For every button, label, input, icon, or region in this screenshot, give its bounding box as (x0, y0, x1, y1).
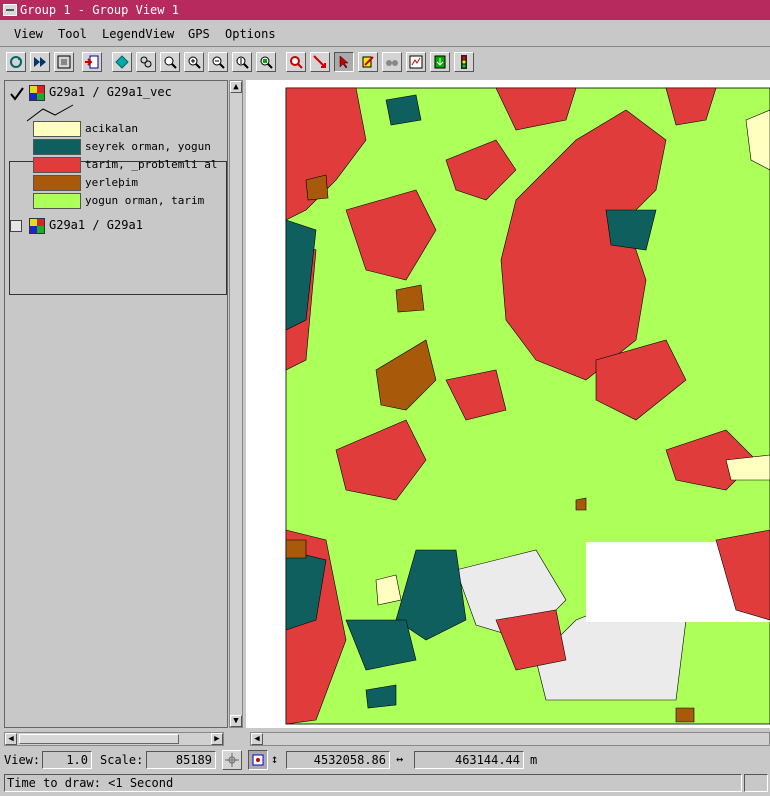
legend-swatch-yogun (33, 193, 81, 209)
vertical-arrow-icon: ↕ (271, 752, 279, 766)
title-bar: Group 1 - Group View 1 (0, 0, 770, 20)
legend-scroll-thumb[interactable] (19, 734, 179, 744)
line-style-sample (26, 104, 74, 122)
layer-1-checkbox[interactable] (10, 87, 24, 101)
status-row: View: 1.0 Scale: 85189 ↕ 4532058.86 ↔ 46… (0, 750, 770, 772)
zoom-box-icon[interactable] (256, 52, 276, 72)
draw-time-message: Time to draw: <1 Second (4, 774, 742, 792)
map-horizontal-scrollbar[interactable]: ◀ (250, 732, 770, 746)
zoom-level-icon[interactable] (136, 52, 156, 72)
zoom-1x-icon[interactable] (232, 52, 252, 72)
traffic-light-icon[interactable] (454, 52, 474, 72)
scale-field[interactable]: 85189 (146, 751, 216, 769)
scroll-right-arrow-icon[interactable]: ▶ (211, 733, 223, 745)
scale-label: Scale: (100, 753, 144, 767)
legend-swatch-seyrek (33, 139, 81, 155)
view-zoom-field[interactable]: 1.0 (42, 751, 92, 769)
menu-bar: View Tool LegendView GPS Options (0, 24, 770, 47)
layer-2-checkbox[interactable] (10, 220, 22, 232)
layer-list-panel: G29a1 / G29a1_vec acikalan seyrek orman,… (4, 80, 228, 728)
menu-tool[interactable]: Tool (58, 27, 87, 41)
toolbar (0, 50, 770, 76)
binoculars-icon[interactable] (382, 52, 402, 72)
legend-label-acikalan: acikalan (85, 122, 138, 135)
fast-redraw-icon[interactable] (30, 52, 50, 72)
legend-swatch-tarim (33, 157, 81, 173)
layer-1-name[interactable]: G29a1 / G29a1_vec (49, 85, 172, 99)
legend-swatch-acikalan (33, 121, 81, 137)
raster-layer-icon (29, 218, 45, 234)
measure-icon[interactable] (310, 52, 330, 72)
layer-2-name[interactable]: G29a1 / G29a1 (49, 218, 143, 232)
scroll-left-arrow-icon[interactable]: ◀ (5, 733, 17, 745)
easting-field[interactable]: 463144.44 (414, 751, 524, 769)
crosshair-icon[interactable] (222, 750, 242, 770)
save-icon[interactable] (430, 52, 450, 72)
zoom-out-icon[interactable] (208, 52, 228, 72)
message-aux-field (744, 774, 768, 792)
edit-icon[interactable] (358, 52, 378, 72)
window-title: Group 1 - Group View 1 (20, 3, 179, 17)
map-scroll-left-arrow-icon[interactable]: ◀ (251, 733, 263, 745)
legend-horizontal-scrollbar[interactable]: ◀ ▶ (4, 732, 224, 746)
legend-vertical-scrollbar[interactable]: ▲ ▼ (229, 80, 243, 728)
vector-layer-icon (29, 85, 45, 101)
position-target-icon[interactable] (248, 750, 268, 770)
fit-icon[interactable] (160, 52, 180, 72)
menu-legendview[interactable]: LegendView (102, 27, 174, 41)
layer-manager-icon[interactable] (112, 52, 132, 72)
unit-label: m (530, 753, 538, 767)
select-arrow-icon[interactable] (334, 52, 354, 72)
legend-label-tarim: tarim, _problemli al (85, 158, 218, 171)
redraw-icon[interactable] (6, 52, 26, 72)
view-label: View: (4, 753, 41, 767)
northing-field[interactable]: 4532058.86 (286, 751, 390, 769)
legend-label-yogun: yogun orman, tarim (85, 194, 205, 207)
add-layer-icon[interactable] (82, 52, 102, 72)
menu-view[interactable]: View (14, 27, 43, 41)
scroll-down-arrow-icon[interactable]: ▼ (230, 715, 242, 727)
window-menu-icon[interactable] (3, 4, 17, 16)
map-view[interactable] (246, 80, 770, 728)
zoom-target-icon[interactable] (286, 52, 306, 72)
legend-label-yerlesim: yerleþim (85, 176, 138, 189)
menu-gps[interactable]: GPS (188, 27, 210, 41)
full-view-icon[interactable] (54, 52, 74, 72)
scroll-up-arrow-icon[interactable]: ▲ (230, 81, 242, 93)
legend-swatch-yerlesim (33, 175, 81, 191)
horizontal-arrow-icon: ↔ (396, 752, 404, 766)
zoom-in-icon[interactable] (184, 52, 204, 72)
land-cover-map[interactable] (246, 80, 770, 728)
menu-options[interactable]: Options (225, 27, 276, 41)
legend-label-seyrek: seyrek orman, yogun (85, 140, 211, 153)
print-layout-icon[interactable] (406, 52, 426, 72)
